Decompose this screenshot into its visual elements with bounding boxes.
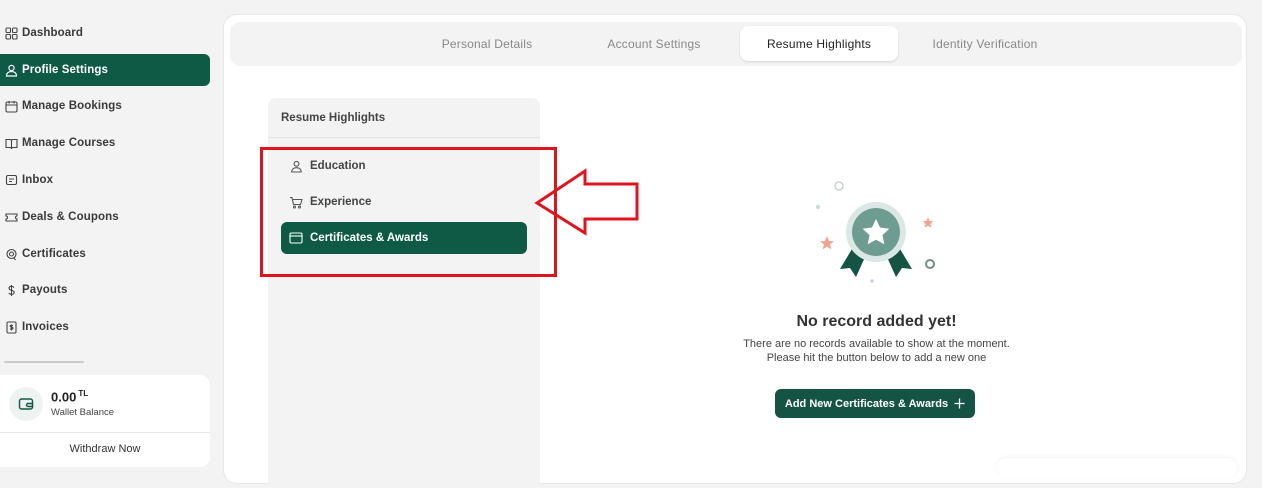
card-icon xyxy=(289,231,303,245)
sidebar: Dashboard Profile Settings Manage Bookin… xyxy=(0,0,215,467)
resume-item-label: Education xyxy=(310,160,366,172)
wallet-icon xyxy=(9,386,43,421)
empty-state-line1: There are no records available to show a… xyxy=(743,338,1010,350)
sidebar-item-manage-courses[interactable]: Manage Courses xyxy=(0,127,210,159)
resume-item-label: Certificates & Awards xyxy=(310,232,429,244)
add-certificates-button[interactable]: Add New Certificates & Awards xyxy=(775,389,975,418)
resume-item-education[interactable]: Education xyxy=(281,150,527,182)
sidebar-item-label: Inbox xyxy=(22,174,54,186)
sidebar-item-partial xyxy=(4,356,94,366)
sidebar-item-label: Dashboard xyxy=(22,27,83,39)
empty-state-title: No record added yet! xyxy=(796,313,957,330)
tab-account-settings[interactable]: Account Settings xyxy=(585,26,723,61)
resume-item-experience[interactable]: Experience xyxy=(281,186,527,218)
message-icon xyxy=(4,173,18,187)
sidebar-item-label: Profile Settings xyxy=(22,64,108,76)
sidebar-item-label: Manage Courses xyxy=(22,137,116,149)
sidebar-item-label: Certificates xyxy=(22,248,86,260)
tab-identity-verification[interactable]: Identity Verification xyxy=(916,26,1054,61)
sidebar-item-label: Invoices xyxy=(22,321,69,333)
sidebar-item-label: Deals & Coupons xyxy=(22,211,119,223)
user-icon xyxy=(4,63,18,77)
resume-item-label: Experience xyxy=(310,196,372,208)
grid-icon xyxy=(4,26,18,40)
withdraw-button[interactable]: Withdraw Now xyxy=(0,433,210,455)
plus-icon xyxy=(954,398,965,409)
calendar-icon xyxy=(4,99,18,113)
sidebar-item-label: Payouts xyxy=(22,284,68,296)
sidebar-item-label: Manage Bookings xyxy=(22,100,122,112)
sidebar-item-payouts[interactable]: Payouts xyxy=(0,274,210,306)
award-ribbon-icon xyxy=(815,181,935,283)
wallet-currency: TL xyxy=(78,389,89,399)
add-button-label: Add New Certificates & Awards xyxy=(784,397,949,410)
ticket-icon xyxy=(4,210,18,224)
sidebar-item-profile-settings[interactable]: Profile Settings xyxy=(0,54,210,86)
tab-resume-highlights[interactable]: Resume Highlights xyxy=(740,26,898,61)
sidebar-item-inbox[interactable]: Inbox xyxy=(0,164,210,196)
wallet-amount: 0.00 TL xyxy=(51,389,89,405)
panel-title: Resume Highlights xyxy=(268,98,540,138)
sidebar-item-dashboard[interactable]: Dashboard xyxy=(0,17,210,49)
wallet-label: Wallet Balance xyxy=(51,406,115,418)
sidebar-item-certificates[interactable]: Certificates xyxy=(0,238,210,270)
tab-bar: Personal Details Account Settings Resume… xyxy=(230,22,1242,66)
cart-icon xyxy=(289,195,303,209)
resume-item-certificates-awards[interactable]: Certificates & Awards xyxy=(281,222,527,254)
wallet-card: 0.00 TL Wallet Balance Withdraw Now xyxy=(0,375,210,467)
tab-personal-details[interactable]: Personal Details xyxy=(418,26,556,61)
invoice-icon xyxy=(4,320,18,334)
dollar-icon xyxy=(4,283,18,297)
main-content: Personal Details Account Settings Resume… xyxy=(223,14,1247,488)
sidebar-item-deals-coupons[interactable]: Deals & Coupons xyxy=(0,201,210,233)
bottom-card xyxy=(997,458,1237,478)
sidebar-item-invoices[interactable]: Invoices xyxy=(0,311,210,343)
badge-icon xyxy=(4,247,18,261)
empty-state-line2: Please hit the button below to add a new… xyxy=(766,352,987,364)
sidebar-item-manage-bookings[interactable]: Manage Bookings xyxy=(0,90,210,122)
graduate-icon xyxy=(289,159,303,173)
book-icon xyxy=(4,136,18,150)
resume-highlights-panel: Resume Highlights Education Experience C… xyxy=(268,98,540,488)
